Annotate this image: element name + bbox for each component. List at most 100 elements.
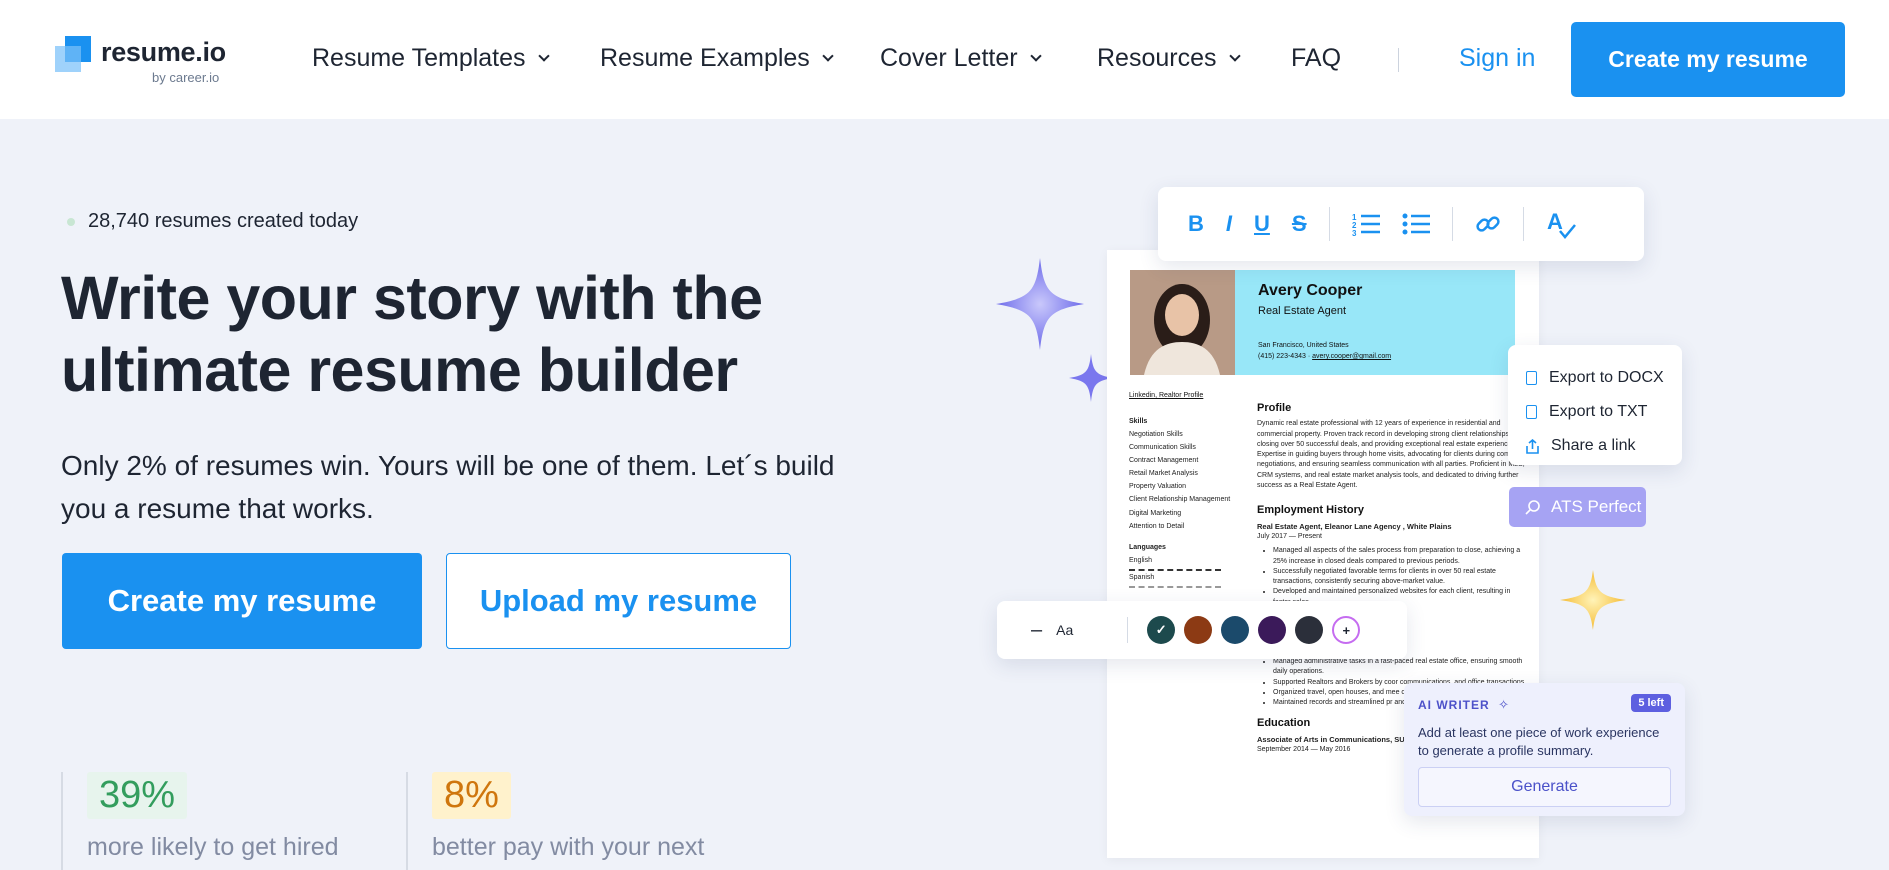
color-swatch[interactable] [1295, 616, 1324, 644]
underline-icon[interactable]: U [1254, 211, 1270, 237]
ai-writer-card: AI WRITER ✧ 5 left Add at least one piec… [1404, 683, 1685, 816]
list-item: Successfully negotiated favorable terms … [1273, 567, 1527, 588]
live-dot-icon [67, 217, 75, 226]
plug-icon [1525, 500, 1540, 515]
job-dates: July 2017 — Present [1257, 532, 1322, 540]
nav-resume-templates[interactable]: Resume Templates [312, 44, 550, 73]
logo-mark-icon [55, 36, 91, 72]
stat-value: 39% [87, 772, 188, 819]
nav-resume-examples[interactable]: Resume Examples [600, 44, 834, 73]
docx-file-icon [1526, 371, 1537, 385]
ai-writer-tag: AI WRITER [1418, 698, 1490, 712]
skill-item: Client Relationship Management [1129, 496, 1231, 503]
nav-label: Resources [1097, 44, 1217, 72]
svg-text:3: 3 [1352, 229, 1357, 236]
logo[interactable]: resume.io by career.io [55, 36, 235, 90]
skill-item: Retail Market Analysis [1129, 470, 1198, 477]
color-swatch[interactable] [1184, 616, 1213, 644]
hero-headline: Write your story with the ultimate resum… [61, 264, 763, 404]
skills-heading: Skills [1129, 418, 1148, 425]
nav-label: Resume Templates [312, 44, 526, 72]
resume-sidebar: Skills Negotiation Skills Communication … [1129, 415, 1239, 588]
nav-cover-letter[interactable]: Cover Letter [880, 44, 1042, 73]
stat-pay: 8% better pay with your next [406, 772, 704, 870]
list-item: Managed all aspects of the sales process… [1273, 546, 1527, 567]
color-swatch-selected[interactable]: ✓ [1147, 616, 1176, 644]
share-link-item[interactable]: Share a link [1526, 429, 1682, 463]
header-divider [1398, 48, 1399, 72]
chevron-down-icon [1228, 49, 1241, 62]
ai-writer-text: Add at least one piece of work experienc… [1418, 725, 1660, 758]
spellcheck-icon[interactable]: A [1546, 209, 1576, 239]
toolbar-divider [1451, 207, 1453, 241]
export-label: Export to DOCX [1549, 369, 1664, 386]
list-item: Managed administrative tasks in a fast-p… [1273, 657, 1527, 678]
person-photo-icon [1130, 270, 1235, 375]
format-toolbar: B I U S 1 2 3 A [1158, 187, 1644, 261]
job-title: Real Estate Agent, Eleanor Lane Agency ,… [1257, 521, 1452, 531]
skill-item: Digital Marketing [1129, 510, 1182, 517]
generate-button[interactable]: Generate [1418, 767, 1671, 807]
ats-label: ATS Perfect [1551, 497, 1642, 516]
nav-label: FAQ [1291, 44, 1342, 72]
export-label: Share a link [1551, 437, 1636, 454]
skill-item: Communication Skills [1129, 444, 1196, 451]
decrease-font-icon[interactable]: – [1031, 619, 1042, 642]
profile-text: Dynamic real estate professional with 12… [1257, 420, 1525, 490]
logo-name: resume.io [101, 37, 226, 67]
upload-resume-button[interactable]: Upload my resume [446, 553, 791, 649]
stat-label: better pay with your next [432, 833, 705, 861]
languages-heading: Languages [1129, 544, 1166, 551]
toolbar-divider [1127, 617, 1129, 643]
add-color-icon[interactable]: + [1332, 616, 1361, 644]
resume-photo [1130, 270, 1235, 375]
nav-label: Cover Letter [880, 44, 1018, 72]
export-txt-item[interactable]: Export to TXT [1526, 395, 1682, 429]
ats-perfect-badge: ATS Perfect [1509, 487, 1646, 527]
resume-contact: San Francisco, United States (415) 223-4… [1258, 342, 1392, 360]
counter-text: 28,740 resumes created today [88, 210, 359, 232]
color-swatch[interactable] [1258, 616, 1287, 644]
resume-job-title: Real Estate Agent [1258, 305, 1347, 317]
stat-label: more likely to get hired [87, 833, 339, 861]
txt-file-icon [1526, 405, 1537, 419]
ai-sparkle-icon: ✧ [1498, 697, 1510, 712]
color-swatch[interactable] [1221, 616, 1250, 644]
header-create-resume-button[interactable]: Create my resume [1571, 22, 1845, 97]
font-size-label[interactable]: Aa [1056, 622, 1073, 638]
link-icon[interactable] [1475, 211, 1501, 237]
strikethrough-icon[interactable]: S [1292, 211, 1307, 237]
share-icon [1526, 438, 1539, 454]
bullet-list-icon[interactable] [1402, 212, 1430, 236]
ai-credits-badge: 5 left [1631, 694, 1671, 712]
stat-hired: 39% more likely to get hired [61, 772, 339, 870]
toolbar-divider [1522, 207, 1524, 241]
create-resume-button[interactable]: Create my resume [62, 553, 422, 649]
export-label: Export to TXT [1549, 403, 1648, 420]
style-toolbar: – Aa ✓ + [997, 601, 1407, 659]
chevron-down-icon [537, 49, 550, 62]
nav-label: Resume Examples [600, 44, 810, 72]
site-header: resume.io by career.io Resume Templates … [0, 0, 1889, 119]
profile-heading: Profile [1257, 402, 1292, 414]
export-docx-item[interactable]: Export to DOCX [1526, 361, 1682, 395]
nav-faq[interactable]: FAQ [1291, 44, 1341, 73]
bold-icon[interactable]: B [1188, 211, 1204, 237]
language-level [1129, 584, 1221, 588]
language-item: Spanish [1129, 574, 1155, 581]
logo-tagline: by career.io [152, 70, 220, 85]
export-menu: Export to DOCX Export to TXT Share a lin… [1508, 345, 1682, 465]
resume-links: Linkedin, Realtor Profile [1129, 392, 1204, 399]
numbered-list-icon[interactable]: 1 2 3 [1352, 212, 1380, 236]
language-item: English [1129, 557, 1152, 564]
chevron-down-icon [1029, 49, 1042, 62]
nav-resources[interactable]: Resources [1097, 44, 1241, 73]
resume-name: Avery Cooper [1258, 282, 1363, 299]
stat-value: 8% [432, 772, 511, 819]
hero-subtitle: Only 2% of resumes win. Yours will be on… [61, 450, 835, 524]
sign-in-link[interactable]: Sign in [1459, 44, 1535, 73]
toolbar-divider [1328, 207, 1330, 241]
chevron-down-icon [822, 49, 834, 62]
italic-icon[interactable]: I [1226, 211, 1232, 237]
svg-text:A: A [1547, 209, 1563, 234]
